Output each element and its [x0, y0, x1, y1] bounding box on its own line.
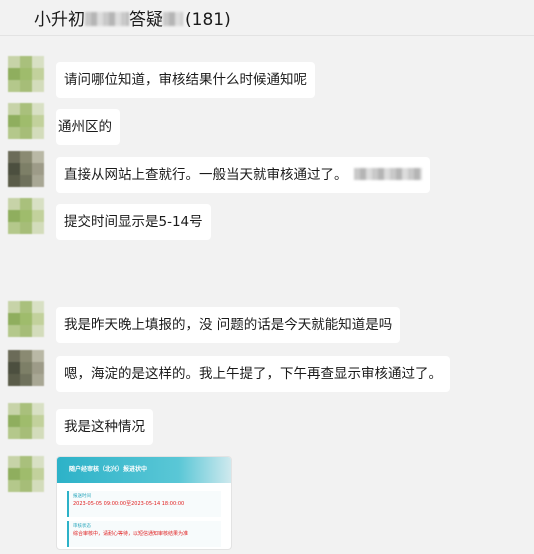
chat-title-part1: 小升初 [34, 10, 85, 30]
image-message[interactable]: 随户经审核（北兴）报进状中 报送时间 2023-05-05 09:00:00至2… [56, 456, 232, 550]
message-row: 直接从网站上查就行。一般当天就审核通过了。 [8, 151, 430, 193]
message-row: 提交时间显示是5-14号 [8, 198, 211, 240]
message-bubble[interactable]: 请问哪位知道，审核结果什么时候通知呢 [56, 62, 315, 98]
avatar[interactable] [8, 103, 44, 139]
message-row: 我是这种情况 [8, 403, 153, 445]
submit-time-card: 报送时间 2023-05-05 09:00:00至2023-05-14 18:0… [67, 491, 221, 517]
message-bubble[interactable]: 我是这种情况 [56, 409, 153, 445]
avatar[interactable] [8, 56, 44, 92]
message-row: 通州区的 [8, 103, 120, 145]
member-count: (181) [185, 10, 231, 30]
message-row: 嗯，海淀的是这样的。我上午提了，下午再查显示审核通过了。 [8, 350, 450, 392]
submit-time-label: 报送时间 [73, 494, 91, 499]
avatar[interactable] [8, 403, 44, 439]
avatar[interactable] [8, 456, 44, 492]
redacted-name [163, 12, 183, 26]
chat-title-part2: 答疑 [129, 10, 163, 30]
message-text: 直接从网站上查就行。一般当天就审核通过了。 [64, 167, 348, 183]
message-row: 我是昨天晚上填报的，没 问题的话是今天就能知道是吗 [8, 301, 401, 343]
message-bubble[interactable]: 通州区的 [56, 109, 120, 145]
redacted-name [85, 12, 129, 26]
submit-time-value: 2023-05-05 09:00:00至2023-05-14 18:00:00 [73, 501, 185, 507]
status-label: 审核状态 [73, 524, 91, 529]
chat-title-bar: 小升初 答疑 (181) [0, 0, 534, 36]
message-bubble[interactable]: 直接从网站上查就行。一般当天就审核通过了。 [56, 157, 430, 193]
image-body: 报送时间 2023-05-05 09:00:00至2023-05-14 18:0… [57, 483, 231, 549]
message-bubble[interactable]: 嗯，海淀的是这样的。我上午提了，下午再查显示审核通过了。 [56, 356, 450, 392]
avatar[interactable] [8, 301, 44, 337]
message-row: 随户经审核（北兴）报进状中 报送时间 2023-05-05 09:00:00至2… [8, 456, 232, 550]
avatar[interactable] [8, 350, 44, 386]
avatar[interactable] [8, 198, 44, 234]
avatar[interactable] [8, 151, 44, 187]
chat-title[interactable]: 小升初 答疑 (181) [34, 5, 231, 30]
message-row: 请问哪位知道，审核结果什么时候通知呢 [8, 56, 315, 98]
status-value: 综合审核中，请耐心等待，以短信通知审核结果为准 [73, 531, 189, 537]
status-card: 审核状态 综合审核中，请耐心等待，以短信通知审核结果为准 [67, 521, 221, 547]
message-bubble[interactable]: 我是昨天晚上填报的，没 问题的话是今天就能知道是吗 [56, 307, 401, 343]
redacted-text [353, 168, 422, 180]
message-bubble[interactable]: 提交时间显示是5-14号 [56, 204, 211, 240]
image-header: 随户经审核（北兴）报进状中 [57, 457, 231, 483]
